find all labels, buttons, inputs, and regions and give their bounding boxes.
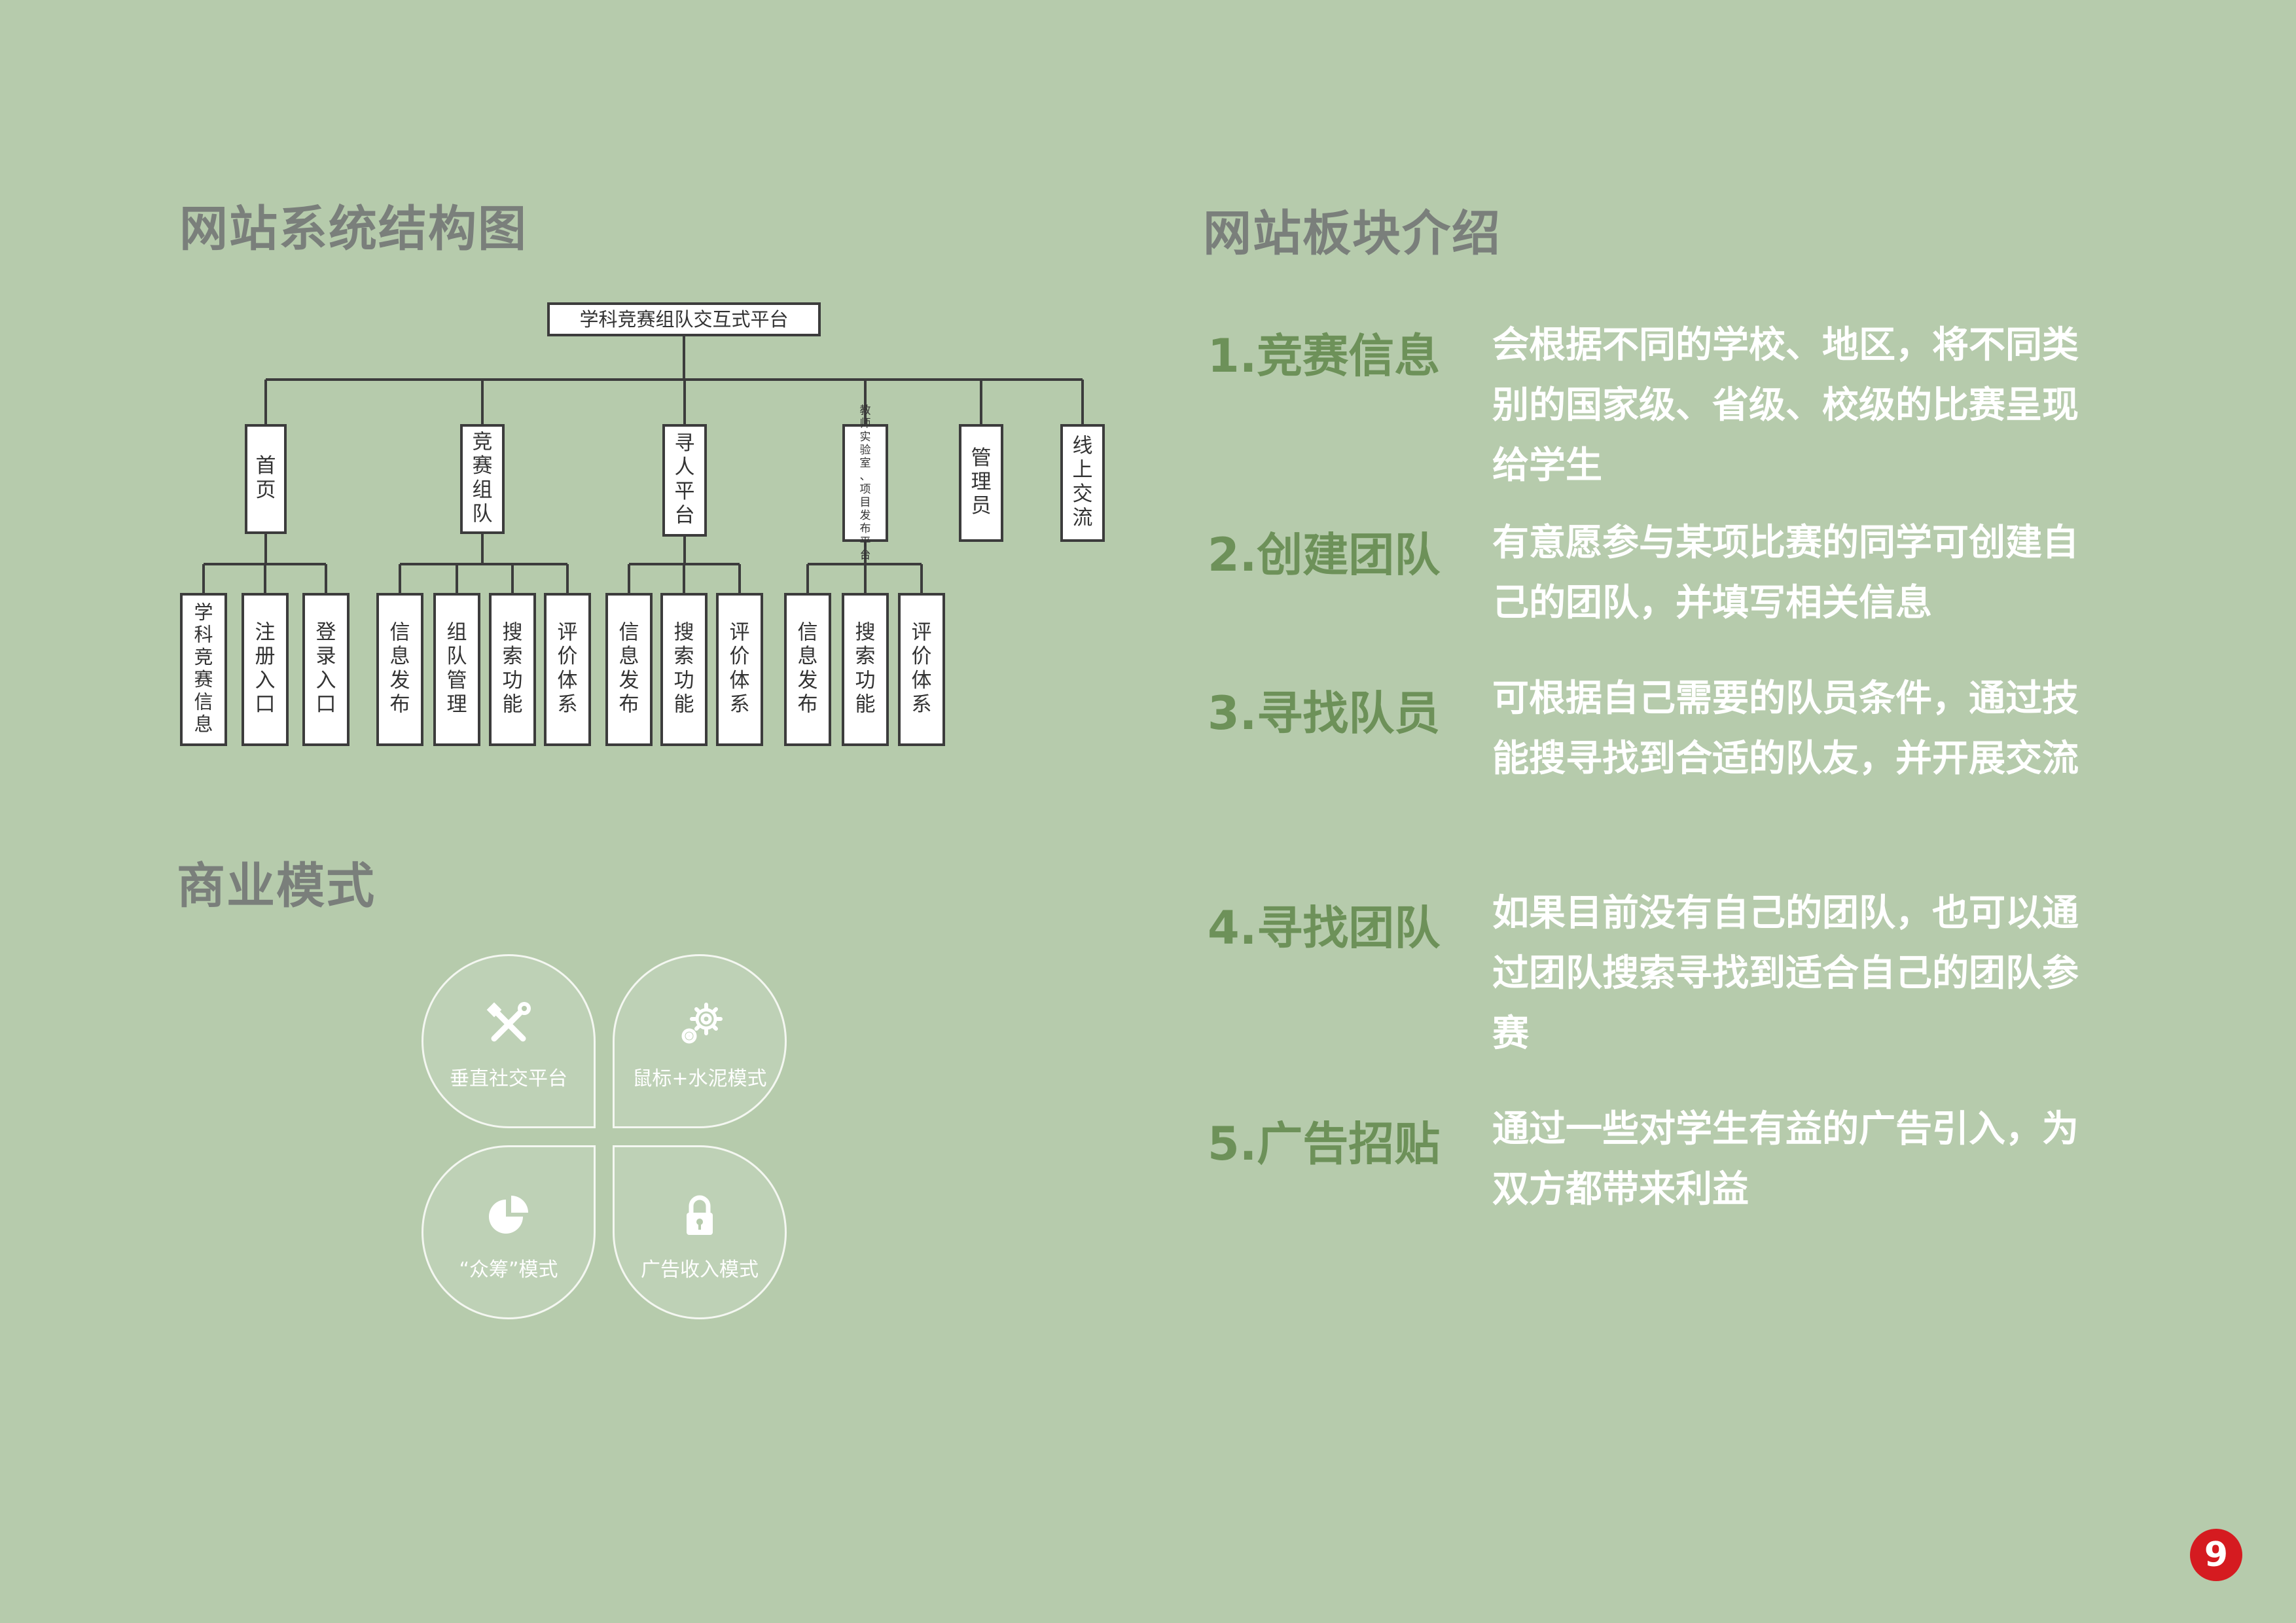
org-branch-6-label: 线上交流 <box>1073 435 1093 530</box>
org-branch-5-label: 管理员 <box>971 446 992 518</box>
org-leaf-2-1-label: 信息发布 <box>390 621 410 717</box>
business-item-mouse-cement: 鼠标+水泥模式 <box>613 954 787 1128</box>
org-branch-4-label: 教师实验室、项目发布平台 <box>860 404 871 562</box>
org-leaf-3-2: 搜索功能 <box>660 593 708 746</box>
org-branch-2-label: 竞赛组队 <box>473 431 493 526</box>
section-title-4: 4.寻找团队 <box>1208 901 1441 955</box>
org-branch-1: 首页 <box>245 424 287 534</box>
org-leaf-2-3: 搜索功能 <box>489 593 536 746</box>
org-leaf-4-1: 信息发布 <box>784 593 831 746</box>
section-desc-2: 有意愿参与某项比赛的同学可创建自己的团队，并填写相关信息 <box>1492 522 2079 624</box>
org-branch-5: 管理员 <box>959 424 1003 542</box>
org-branch-3: 寻人平台 <box>662 424 707 537</box>
org-branch-2: 竞赛组队 <box>460 424 505 534</box>
section-title-1: 1.竞赛信息 <box>1208 329 1441 383</box>
business-label-1: 垂直社交平台 <box>450 1067 567 1090</box>
org-leaf-3-2-label: 搜索功能 <box>674 621 694 717</box>
business-item-crowdfunding: “众筹”模式 <box>422 1145 596 1319</box>
org-leaf-1-3: 登录入口 <box>302 593 350 746</box>
org-leaf-2-2-label: 组队管理 <box>447 621 467 717</box>
section-title-2: 2.创建团队 <box>1208 528 1441 582</box>
section-desc-4: 如果目前没有自己的团队，也可以通过团队搜索寻找到适合自己的团队参赛 <box>1492 892 2079 1055</box>
org-leaf-4-3: 评价体系 <box>898 593 945 746</box>
org-leaf-2-2: 组队管理 <box>433 593 480 746</box>
org-leaf-1-3-label: 登录入口 <box>316 621 336 717</box>
business-label-2: 鼠标+水泥模式 <box>632 1067 767 1090</box>
org-leaf-4-1-label: 信息发布 <box>798 621 818 717</box>
org-leaf-2-1: 信息发布 <box>376 593 423 746</box>
org-branch-4: 教师实验室、项目发布平台 <box>842 404 888 562</box>
org-branch-3-label: 寻人平台 <box>675 432 695 527</box>
pie-chart-icon <box>489 1196 528 1234</box>
business-label-4: 广告收入模式 <box>641 1258 759 1281</box>
org-leaf-3-3-label: 评价体系 <box>730 621 750 717</box>
section-title-5: 5.广告招贴 <box>1208 1117 1441 1171</box>
section-desc-1: 会根据不同的学校、地区，将不同类别的国家级、省级、校级的比赛呈现给学生 <box>1492 324 2079 487</box>
business-item-vertical-social: 垂直社交平台 <box>422 954 596 1128</box>
org-leaf-2-3-label: 搜索功能 <box>503 621 523 717</box>
org-leaf-3-3: 评价体系 <box>716 593 763 746</box>
org-branch-6: 线上交流 <box>1060 424 1105 542</box>
org-leaf-1-2-label: 注册入口 <box>255 621 276 717</box>
tools-icon <box>486 1002 531 1042</box>
section-title-3: 3.寻找队员 <box>1208 687 1441 740</box>
org-leaf-2-4: 评价体系 <box>544 593 591 746</box>
sections-heading: 网站板块介绍 <box>1203 205 1501 262</box>
site-structure-diagram: 学科竞赛组队交互式平台首页学科竞赛信息 注册入口 登录入口 竞赛组队信息发布 组队管理 搜… <box>180 302 1105 746</box>
page-number-badge: 9 <box>2190 1529 2242 1581</box>
org-leaf-1-2: 注册入口 <box>242 593 289 746</box>
org-leaf-4-2-label: 搜索功能 <box>855 621 876 717</box>
org-leaf-3-1: 信息发布 <box>605 593 653 746</box>
org-root-node: 学科竞赛组队交互式平台 <box>547 302 821 336</box>
org-branch-1-label: 首页 <box>256 454 276 502</box>
org-leaf-1-1: 学科竞赛信息 <box>180 593 227 746</box>
org-leaf-3-1-label: 信息发布 <box>619 621 639 717</box>
org-leaf-2-4-label: 评价体系 <box>558 621 578 717</box>
business-label-3: “众筹”模式 <box>459 1258 558 1281</box>
business-item-ad-revenue: 广告收入模式 <box>613 1145 787 1319</box>
org-root-label: 学科竞赛组队交互式平台 <box>579 308 788 330</box>
gears-icon <box>681 1003 723 1044</box>
section-desc-3: 可根据自己需要的队员条件，通过技能搜寻找到合适的队友，并开展交流 <box>1492 677 2079 780</box>
lock-icon <box>687 1195 713 1235</box>
org-leaf-4-3-label: 评价体系 <box>912 621 932 717</box>
section-desc-5: 通过一些对学生有益的广告引入，为双方都带来利益 <box>1492 1108 2079 1211</box>
org-leaf-1-1-label: 学科竞赛信息 <box>194 601 213 735</box>
org-leaf-4-2: 搜索功能 <box>842 593 889 746</box>
business-heading: 商业模式 <box>177 858 376 914</box>
